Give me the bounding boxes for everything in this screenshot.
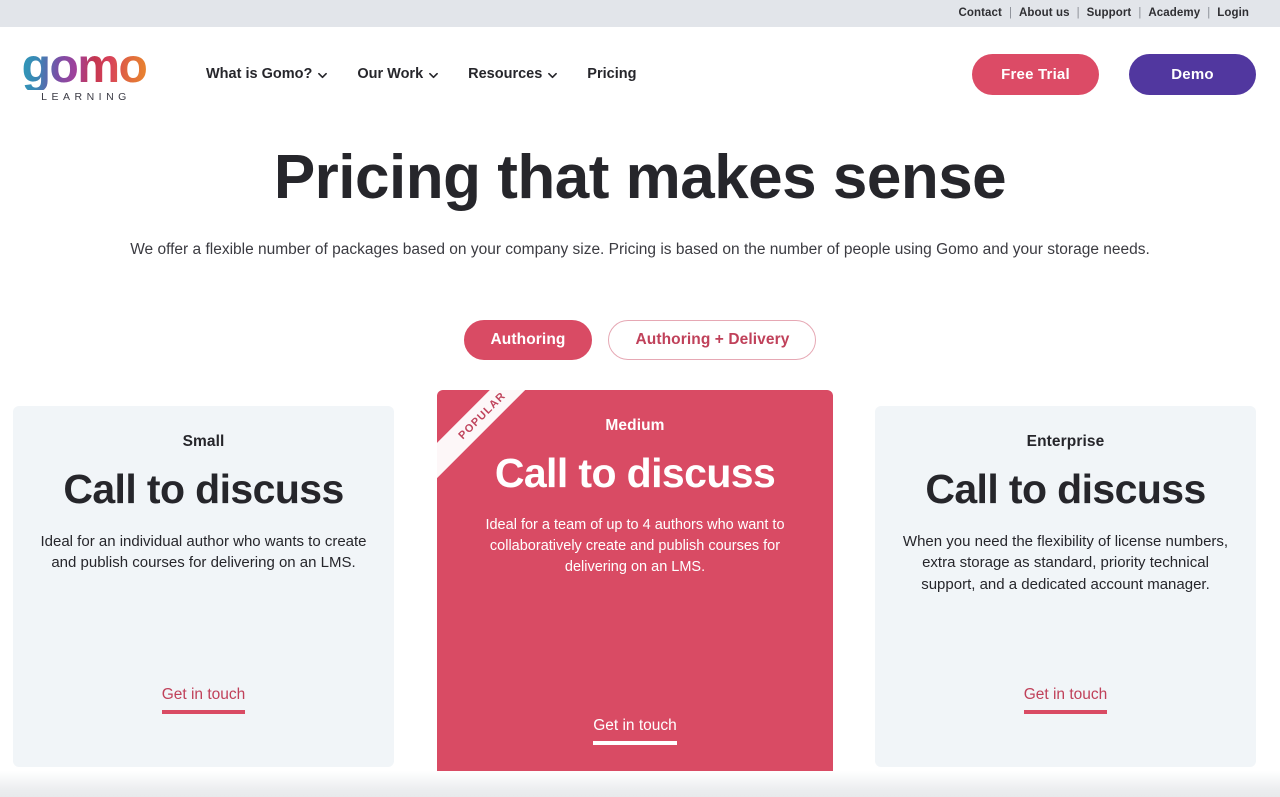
page-title: Pricing that makes sense <box>273 143 1007 212</box>
page-subtitle: We offer a flexible number of packages b… <box>130 241 1150 259</box>
card-description: Ideal for a team of up to 4 authors who … <box>485 516 785 575</box>
hero-section: Pricing that makes sense We offer a flex… <box>0 121 1280 262</box>
card-cta-wrap: Get in touch <box>899 686 1232 714</box>
nav-item-label: Pricing <box>587 66 637 82</box>
topbar-link-support[interactable]: Support <box>1080 7 1139 20</box>
card-tier-label: Enterprise <box>1026 432 1105 450</box>
card-cta-wrap: Get in touch <box>37 686 370 714</box>
topbar-link-login[interactable]: Login <box>1210 7 1256 20</box>
page-bottom-band <box>0 771 1280 797</box>
logo-tagline: LEARNING <box>41 90 131 103</box>
get-in-touch-link[interactable]: Get in touch <box>593 717 677 745</box>
header-actions: Free Trial Demo <box>972 53 1256 95</box>
card-description: When you need the flexibility of license… <box>902 532 1229 594</box>
topbar-link-academy[interactable]: Academy <box>1141 7 1207 20</box>
demo-button[interactable]: Demo <box>1129 53 1256 95</box>
toggle-authoring[interactable]: Authoring <box>463 319 593 360</box>
nav-item-label: Resources <box>468 66 543 82</box>
chevron-down-icon <box>429 71 439 80</box>
main-navigation: What is Gomo? Our Work Resources Pricing <box>206 66 636 82</box>
toggle-authoring-delivery[interactable]: Authoring + Delivery <box>608 319 817 360</box>
nav-item-our-work[interactable]: Our Work <box>357 66 439 82</box>
chevron-down-icon <box>318 71 328 80</box>
card-cta-wrap: Get in touch <box>467 717 803 745</box>
nav-item-what-is-gomo[interactable]: What is Gomo? <box>206 66 328 82</box>
pricing-card-enterprise[interactable]: Enterprise Call to discuss When you need… <box>875 405 1256 767</box>
get-in-touch-link[interactable]: Get in touch <box>1023 686 1108 714</box>
plan-type-toggle: Authoring Authoring + Delivery <box>0 319 1280 360</box>
utility-links: Contact | About us | Support | Academy |… <box>951 7 1256 20</box>
utility-topbar: Contact | About us | Support | Academy |… <box>0 0 1280 27</box>
nav-item-label: What is Gomo? <box>206 66 313 82</box>
get-in-touch-link[interactable]: Get in touch <box>161 686 246 714</box>
topbar-link-contact[interactable]: Contact <box>951 7 1009 20</box>
gomo-logo[interactable]: gomo LEARNING <box>14 43 154 105</box>
card-description: Ideal for an individual author who wants… <box>40 532 367 572</box>
logo-wordmark: gomo <box>21 40 148 94</box>
card-price: Call to discuss <box>494 449 776 496</box>
site-header: gomo LEARNING What is Gomo? Our Work Res… <box>0 27 1280 121</box>
pricing-card-small[interactable]: Small Call to discuss Ideal for an indiv… <box>13 405 394 767</box>
topbar-link-about-us[interactable]: About us <box>1012 7 1077 20</box>
card-tier-label: Medium <box>605 416 665 434</box>
pricing-card-medium[interactable]: POPULAR Medium Call to discuss Ideal for… <box>437 389 833 795</box>
nav-item-label: Our Work <box>357 66 424 82</box>
card-price: Call to discuss <box>63 465 344 512</box>
nav-item-pricing[interactable]: Pricing <box>587 66 636 82</box>
card-price: Call to discuss <box>925 465 1206 512</box>
chevron-down-icon <box>548 71 558 80</box>
card-tier-label: Small <box>182 432 225 450</box>
free-trial-button[interactable]: Free Trial <box>972 53 1099 95</box>
nav-item-resources[interactable]: Resources <box>468 66 558 82</box>
pricing-cards: Small Call to discuss Ideal for an indiv… <box>0 389 1280 797</box>
